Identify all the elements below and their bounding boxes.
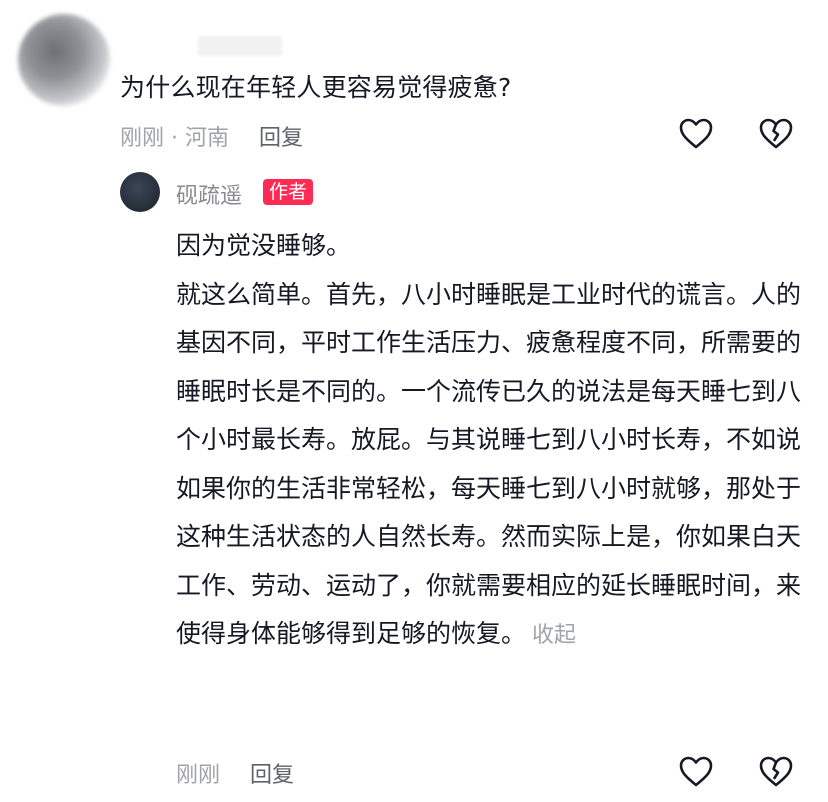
broken-heart-icon[interactable] (758, 116, 794, 152)
author-avatar[interactable] (120, 172, 160, 212)
commenter-name-blurred (198, 36, 282, 56)
heart-outline-icon[interactable] (678, 116, 714, 152)
comment-meta: 刚刚 · 河南 回复 (120, 120, 303, 152)
comment-time-location: 刚刚 · 河南 (120, 126, 229, 151)
broken-heart-icon[interactable] (758, 754, 794, 790)
reply-reply-button[interactable]: 回复 (250, 763, 294, 788)
comment-reply-button[interactable]: 回复 (259, 126, 303, 151)
reply-text: 因为觉没睡够。 就这么简单。首先，八小时睡眠是工业时代的谎言。人的基因不同，平时… (176, 222, 801, 661)
heart-outline-icon[interactable] (678, 754, 714, 790)
collapse-button[interactable]: 收起 (532, 623, 576, 648)
author-name[interactable]: 砚疏遥 (176, 178, 242, 210)
reply-meta: 刚刚 回复 (176, 757, 294, 789)
commenter-avatar[interactable] (18, 14, 110, 106)
reply-paragraph-text: 就这么简单。首先，八小时睡眠是工业时代的谎言。人的基因不同，平时工作生活压力、疲… (176, 279, 802, 649)
reply-paragraph: 因为觉没睡够。 (176, 231, 352, 260)
comment-text: 为什么现在年轻人更容易觉得疲惫? (120, 73, 512, 102)
reply-paragraph: 就这么简单。首先，八小时睡眠是工业时代的谎言。人的基因不同，平时工作生活压力、疲… (176, 271, 801, 661)
author-badge: 作者 (263, 179, 314, 205)
reply-time: 刚刚 (176, 763, 221, 788)
